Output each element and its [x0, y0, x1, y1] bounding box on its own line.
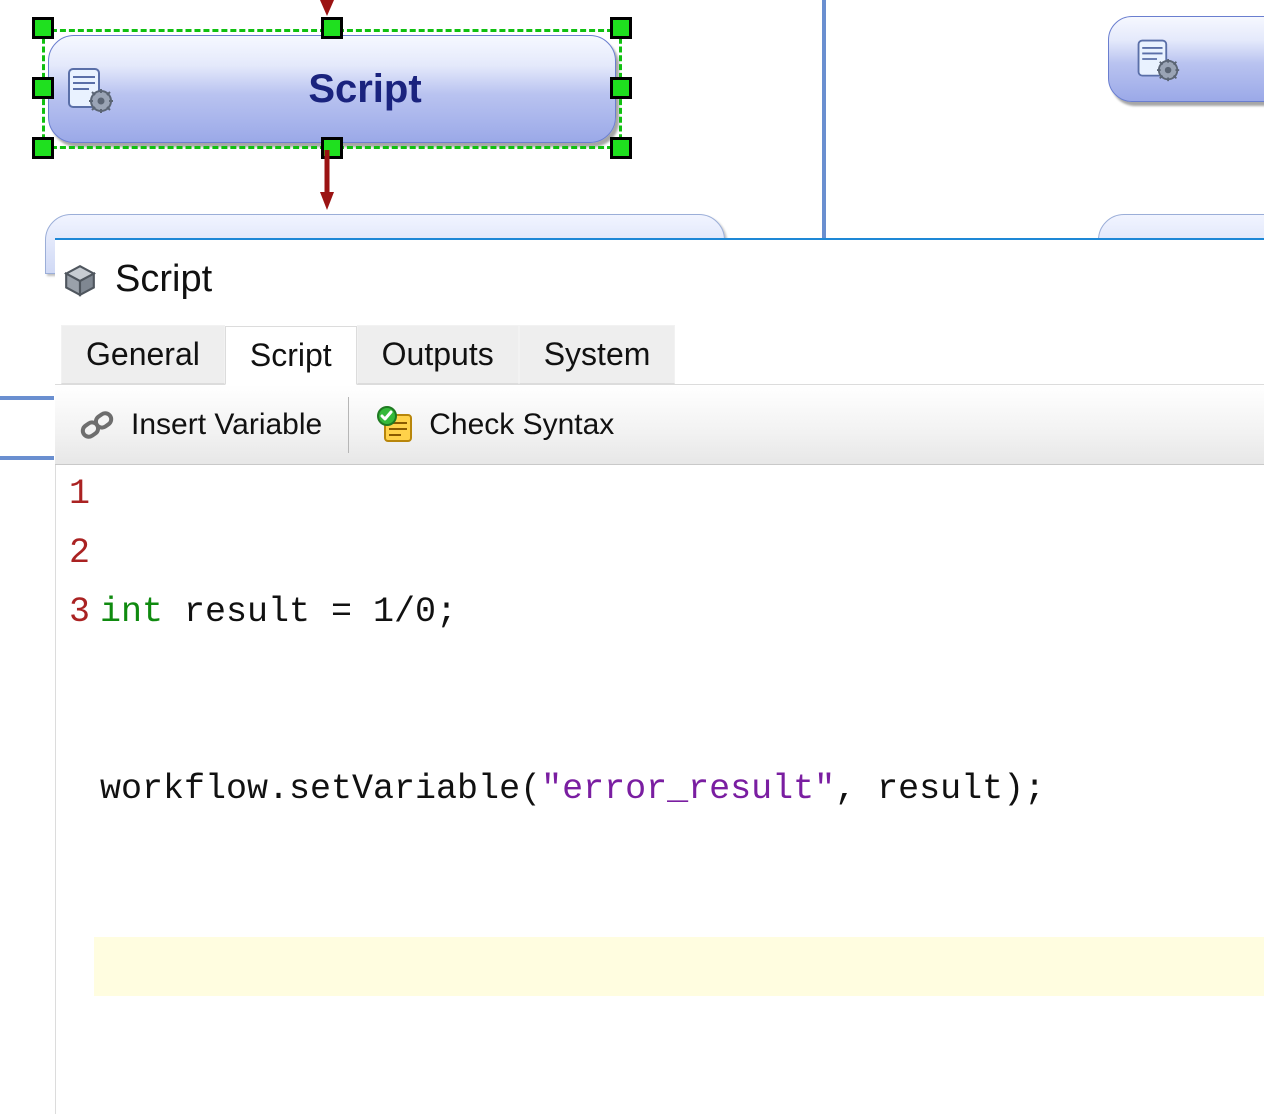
- resize-handle-nw[interactable]: [32, 17, 54, 39]
- code-editor[interactable]: 1 2 3 int result = 1/0; workflow.setVari…: [55, 465, 1264, 1114]
- script-node-icon: [63, 63, 115, 115]
- line-number: 1: [56, 465, 90, 524]
- line-number: 3: [56, 583, 90, 642]
- code-area[interactable]: int result = 1/0; workflow.setVariable("…: [94, 465, 1264, 1114]
- script-node-icon: [1133, 35, 1181, 83]
- check-syntax-icon: [375, 405, 415, 445]
- panel-title: Script: [115, 258, 212, 301]
- code-line[interactable]: [94, 937, 1264, 996]
- insert-variable-label: Insert Variable: [131, 408, 322, 442]
- panel-tabs: General Script Outputs System: [55, 325, 1264, 384]
- cube-icon: [63, 263, 97, 297]
- workflow-canvas[interactable]: Script: [0, 0, 1264, 240]
- code-text: , result);: [835, 769, 1045, 809]
- line-number-gutter: 1 2 3: [56, 465, 94, 1114]
- insert-variable-button[interactable]: Insert Variable: [65, 399, 334, 451]
- selected-node-script[interactable]: Script: [32, 17, 632, 161]
- tab-general[interactable]: General: [61, 325, 225, 384]
- code-line[interactable]: int result = 1/0;: [94, 583, 1264, 642]
- tab-system[interactable]: System: [519, 325, 676, 384]
- flow-arrow-in: [320, 0, 334, 16]
- node-body[interactable]: Script: [48, 35, 616, 143]
- check-syntax-label: Check Syntax: [429, 408, 614, 442]
- tab-content: Insert Variable Check Syntax: [55, 384, 1264, 1114]
- canvas-guide-line: [822, 0, 826, 240]
- code-text: workflow.setVariable(: [100, 769, 541, 809]
- properties-panel: Script General Script Outputs System Ins…: [55, 238, 1264, 720]
- chain-icon: [77, 405, 117, 445]
- resize-handle-ne[interactable]: [610, 17, 632, 39]
- resize-handle-n[interactable]: [321, 17, 343, 39]
- canvas-hline: [0, 456, 54, 460]
- tab-script[interactable]: Script: [225, 326, 357, 385]
- resize-handle-sw[interactable]: [32, 137, 54, 159]
- check-syntax-button[interactable]: Check Syntax: [363, 399, 626, 451]
- code-line[interactable]: workflow.setVariable("error_result", res…: [94, 760, 1264, 819]
- code-text: result = 1/0;: [163, 592, 457, 632]
- panel-header: Script: [55, 240, 1264, 325]
- toolbar-separator: [348, 397, 349, 453]
- script-toolbar: Insert Variable Check Syntax: [55, 385, 1264, 465]
- line-number: 2: [56, 524, 90, 583]
- tab-outputs[interactable]: Outputs: [357, 325, 519, 384]
- resize-handle-e[interactable]: [610, 77, 632, 99]
- resize-handle-w[interactable]: [32, 77, 54, 99]
- node-peek-right[interactable]: [1108, 16, 1264, 102]
- resize-handle-s[interactable]: [321, 137, 343, 159]
- node-label: Script: [115, 67, 615, 112]
- code-string: "error_result": [541, 769, 835, 809]
- resize-handle-se[interactable]: [610, 137, 632, 159]
- canvas-hline: [0, 396, 54, 400]
- code-keyword: int: [100, 592, 163, 632]
